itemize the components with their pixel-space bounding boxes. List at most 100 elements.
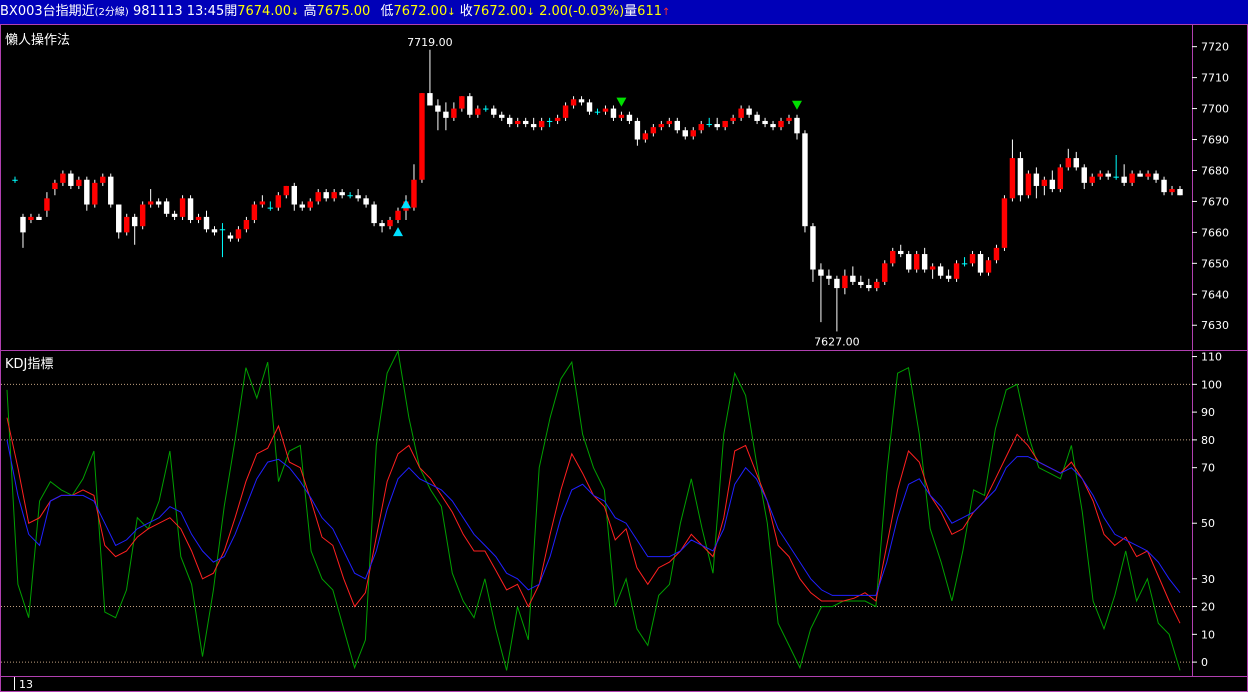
candle-body <box>626 114 633 121</box>
candle-body <box>1169 189 1175 193</box>
kdj-line-j <box>6 349 1181 671</box>
candle-body <box>443 111 449 118</box>
candle-body <box>411 179 417 208</box>
candle-body <box>762 120 768 125</box>
kdj-tick-label: 30 <box>1201 573 1215 586</box>
candle-body <box>562 105 569 118</box>
candle-body <box>84 179 90 205</box>
candle-body <box>227 235 234 239</box>
candle-body <box>1041 179 1048 186</box>
candle-body <box>459 96 465 109</box>
kdj-tick-label: 100 <box>1201 378 1222 391</box>
candle-body <box>116 204 122 233</box>
candle-body <box>746 108 752 115</box>
price-tick-label: 7660 <box>1201 226 1229 239</box>
candle-body <box>754 114 760 121</box>
candle-body <box>1057 167 1064 190</box>
candle-body <box>355 195 361 199</box>
low-price-annotation: 7627.00 <box>814 335 860 348</box>
candle-body <box>690 130 696 137</box>
buy-signal-icon <box>400 199 411 209</box>
candle-body <box>794 117 800 134</box>
candle-body <box>961 263 968 265</box>
kdj-tick-label: 70 <box>1201 462 1215 475</box>
candle-body <box>243 220 250 230</box>
candle-body <box>570 99 577 106</box>
candle-body <box>44 198 50 211</box>
candle-body <box>538 120 545 128</box>
candle-body <box>171 213 178 217</box>
chart-canvas[interactable]: 7720 7710 7700 7690 7680 7670 7660 7650 7640 7630… <box>0 0 1248 692</box>
price-tick-label: 7630 <box>1201 319 1229 332</box>
candle-body <box>371 204 377 224</box>
candle-body <box>810 226 816 270</box>
candle-body <box>602 108 609 112</box>
candle-body <box>299 204 305 208</box>
candle-body <box>1049 179 1056 190</box>
candle-body <box>706 124 712 126</box>
kdj-line-d <box>6 439 1181 596</box>
candle-body <box>826 275 832 279</box>
candle-body <box>594 111 601 113</box>
candle-body <box>139 204 146 227</box>
candle-body <box>890 250 896 264</box>
candle-body <box>451 108 457 118</box>
price-tick-label: 7640 <box>1201 288 1229 301</box>
candle-body <box>12 179 18 181</box>
candle-body <box>1009 158 1016 199</box>
candle-body <box>427 93 433 106</box>
kdj-tick-label: 50 <box>1201 517 1215 530</box>
buy-signal-icon <box>393 227 404 237</box>
candle-body <box>698 124 704 131</box>
candle-body <box>882 263 888 282</box>
candle-body <box>147 201 154 205</box>
candle-body <box>52 182 58 190</box>
candle-body <box>315 192 321 202</box>
candle-body <box>475 108 481 115</box>
candle-body <box>339 192 345 196</box>
candle-body <box>76 179 82 186</box>
kdj-tick-label: 90 <box>1201 406 1215 419</box>
candle-body <box>921 254 928 270</box>
candle-body <box>68 173 74 186</box>
candle-body <box>778 120 784 128</box>
candle-body <box>1001 198 1008 248</box>
candle-body <box>1097 173 1103 177</box>
high-price-annotation: 7719.00 <box>407 36 453 49</box>
sell-signal-icon <box>791 100 802 110</box>
candle-body <box>1129 173 1135 183</box>
kdj-tick-label: 0 <box>1201 656 1208 669</box>
kdj-tick-label: 10 <box>1201 628 1215 641</box>
candle-body <box>203 216 210 230</box>
candle-body <box>514 120 521 125</box>
kdj-tick-label: 80 <box>1201 434 1215 447</box>
candle-body <box>842 275 848 289</box>
candle-body <box>874 281 880 289</box>
candle-body <box>395 210 401 220</box>
price-tick-label: 7650 <box>1201 257 1229 270</box>
candle-body <box>419 93 425 180</box>
candle-body <box>898 250 904 255</box>
candle-body <box>1161 179 1167 193</box>
candle-body <box>786 117 792 121</box>
candle-body <box>211 229 218 233</box>
candle-body <box>131 216 138 227</box>
candle-body <box>1177 189 1183 196</box>
candle-body <box>977 254 984 273</box>
price-tick-label: 7670 <box>1201 195 1229 208</box>
candle-body <box>283 185 290 196</box>
candle-body <box>363 198 369 205</box>
candle-body <box>251 204 258 220</box>
candle-body <box>100 176 106 183</box>
candle-body <box>834 278 840 289</box>
price-tick-label: 7710 <box>1201 72 1229 85</box>
candle-body <box>92 182 98 205</box>
candle-body <box>435 105 441 112</box>
candle-body <box>379 223 385 227</box>
candle-body <box>937 266 944 276</box>
candle-body <box>993 247 1000 261</box>
kdj-pane-title: KDJ指標 <box>5 357 54 372</box>
candle-body <box>866 285 872 289</box>
candle-body <box>323 192 329 199</box>
candle-body <box>682 130 688 137</box>
